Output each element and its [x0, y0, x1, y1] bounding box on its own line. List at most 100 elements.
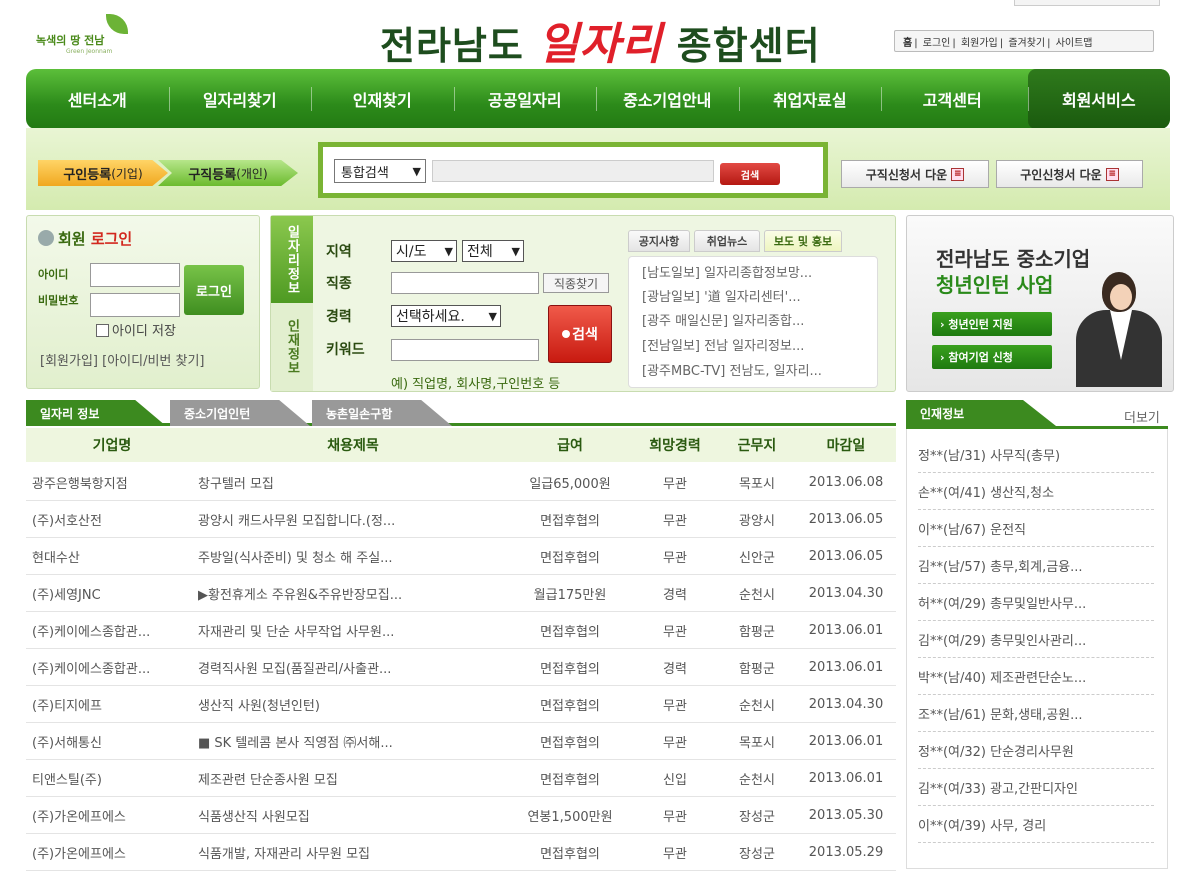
- cell-title[interactable]: ■ SK 텔레콤 본사 직영점 ㈜서해...: [198, 732, 508, 751]
- nav-member-service[interactable]: 회원서비스: [1027, 69, 1170, 129]
- news-item[interactable]: [광주 매일신문] 일자리종합...: [642, 310, 872, 329]
- col-location: 근무지: [737, 438, 777, 454]
- id-input[interactable]: [90, 263, 180, 287]
- news-item[interactable]: [광남일보] '道 일자리센터'...: [642, 286, 872, 305]
- tab-press[interactable]: 보도 및 홍보: [764, 230, 842, 252]
- table-row[interactable]: 티앤스틸(주) 제조관련 단순종사원 모집 면접후협의 신입 순천시 2013.06.01: [26, 760, 896, 797]
- people-item[interactable]: 이**(여/39) 사무, 경리: [918, 806, 1154, 843]
- nav-sme-guide[interactable]: 중소기업안내: [596, 69, 739, 129]
- cell-title[interactable]: 자재관리 및 단순 사무작업 사무원...: [198, 621, 508, 640]
- login-links[interactable]: [회원가입] [아이디/비번 찾기]: [40, 350, 205, 369]
- cell-company: (주)케이에스종합관...: [32, 661, 151, 677]
- person-face: [1110, 284, 1132, 310]
- toplink-home[interactable]: 홈: [903, 38, 912, 49]
- company-apply-button[interactable]: › 참여기업 신청: [932, 345, 1052, 369]
- tab-notice[interactable]: 공지사항: [628, 230, 690, 252]
- table-row[interactable]: (주)가온에프에스 식품개발, 자재관리 사무원 모집 면접후협의 무관 장성군 2013…: [26, 834, 896, 871]
- register-offer-sub: (기업): [111, 166, 143, 181]
- table-row[interactable]: (주)세영JNC ▶황전휴게소 주유원&주유반장모집... 월급175만원 경력 순천시…: [26, 575, 896, 612]
- nav-public-jobs[interactable]: 공공일자리: [453, 69, 597, 129]
- table-row[interactable]: 광주은행북항지점 창구텔러 모집 일급65,000원 무관 목포시 2013.06.08: [26, 464, 896, 501]
- cell-title[interactable]: 창구텔러 모집: [198, 473, 508, 492]
- nav-resources[interactable]: 취업자료실: [738, 69, 882, 129]
- download-offer-form-button[interactable]: 구인신청서 다운 ≡: [996, 160, 1143, 188]
- table-row[interactable]: (주)서해통신 ■ SK 텔레콤 본사 직영점 ㈜서해... 면접후협의 무관 목포시 2…: [26, 723, 896, 760]
- login-button[interactable]: 로그인: [184, 265, 244, 315]
- search-input[interactable]: [432, 160, 714, 182]
- site-title[interactable]: 전라남도 일자리 종합센터: [380, 8, 821, 70]
- password-input[interactable]: [90, 293, 180, 317]
- register-offer-button[interactable]: 구인등록 (기업): [38, 160, 168, 186]
- people-item[interactable]: 김**(여/33) 광고,간판디자인: [918, 769, 1154, 806]
- toplink-sitemap[interactable]: 사이트맵: [1056, 38, 1093, 49]
- table-row[interactable]: (주)서호산전 광양시 캐드사무원 모집합니다.(정... 면접후협의 무관 광양시 20…: [26, 501, 896, 538]
- toplink-bookmark[interactable]: 즐겨찾기: [1008, 38, 1045, 49]
- cell-location: 광양시: [739, 513, 775, 529]
- toplink-join[interactable]: 회원가입: [961, 38, 998, 49]
- cell-title[interactable]: 생산직 사원(청년인턴): [198, 695, 508, 714]
- table-row[interactable]: (주)가온에프에스 식품생산직 사원모집 연봉1,500만원 무관 장성군 2013.05…: [26, 797, 896, 834]
- download-seek-label: 구직신청서 다운: [865, 167, 948, 182]
- people-item[interactable]: 김**(여/29) 총무및인사관리...: [918, 621, 1154, 658]
- checkbox-box[interactable]: [96, 324, 109, 337]
- cell-title[interactable]: 광양시 캐드사무원 모집합니다.(정...: [198, 510, 508, 529]
- cell-title[interactable]: 식품생산직 사원모집: [198, 806, 508, 825]
- table-row[interactable]: (주)케이에스종합관... 자재관리 및 단순 사무작업 사무원... 면접후협의 무…: [26, 612, 896, 649]
- news-item[interactable]: [전남일보] 전남 일자리정보...: [642, 335, 872, 354]
- table-row[interactable]: 현대수산 주방일(식사준비) 및 청소 해 주실... 면접후협의 무관 신안군 2013…: [26, 538, 896, 575]
- download-seek-form-button[interactable]: 구직신청서 다운 ≡: [841, 160, 989, 188]
- logo[interactable]: 녹색의 땅 전남 Green Jeonnam: [36, 14, 136, 58]
- jobtype-input[interactable]: [391, 272, 539, 294]
- save-id-checkbox[interactable]: 아이디 저장: [96, 320, 176, 339]
- region-province-select[interactable]: 시/도: [391, 240, 457, 262]
- intern-apply-button[interactable]: › 청년인턴 지원: [932, 312, 1052, 336]
- people-item[interactable]: 이**(남/67) 운전직: [918, 510, 1154, 547]
- cell-career: 무관: [663, 624, 687, 640]
- cell-title[interactable]: 제조관련 단순종사원 모집: [198, 769, 508, 788]
- cell-title[interactable]: 경력직사원 모집(품질관리/사출관...: [198, 658, 508, 677]
- job-search-button[interactable]: 검색: [548, 305, 612, 363]
- keyword-input[interactable]: [391, 339, 539, 361]
- people-item[interactable]: 조**(남/61) 문화,생태,공원...: [918, 695, 1154, 732]
- nav-find-jobs[interactable]: 일자리찾기: [168, 69, 312, 129]
- news-item[interactable]: [남도일보] 일자리종합정보망...: [642, 262, 872, 281]
- people-item[interactable]: 정**(남/31) 사무직(총무): [918, 436, 1154, 473]
- cell-title[interactable]: 주방일(식사준비) 및 청소 해 주실...: [198, 547, 508, 566]
- site-title-post: 종합센터: [662, 24, 821, 68]
- people-item[interactable]: 박**(남/40) 제조관련단순노...: [918, 658, 1154, 695]
- tab-job-news[interactable]: 취업뉴스: [694, 230, 760, 252]
- people-item[interactable]: 손**(여/41) 생산직,청소: [918, 473, 1154, 510]
- toplink-login[interactable]: 로그인: [923, 38, 951, 49]
- people-item[interactable]: 정**(여/32) 단순경리사무원: [918, 732, 1154, 769]
- region-city-select[interactable]: 전체: [462, 240, 524, 262]
- cell-salary: 면접후협의: [540, 846, 600, 862]
- search-type-select[interactable]: 통합검색: [334, 159, 426, 183]
- cell-location: 순천시: [739, 772, 775, 788]
- table-row[interactable]: (주)케이에스종합관... 경력직사원 모집(품질관리/사출관... 면접후협의 경력…: [26, 649, 896, 686]
- cell-title[interactable]: 식품개발, 자재관리 사무원 모집: [198, 843, 508, 862]
- tab-job-info[interactable]: 일자리정보: [271, 216, 313, 303]
- cell-salary: 일급65,000원: [529, 476, 611, 492]
- keyword-label: 키워드: [326, 342, 365, 358]
- news-item[interactable]: [광주MBC-TV] 전남도, 일자리...: [642, 360, 872, 379]
- search-button[interactable]: 검색: [720, 163, 780, 185]
- tab-talent-info[interactable]: 인재정보: [271, 303, 313, 391]
- career-select[interactable]: 선택하세요.: [391, 305, 501, 327]
- people-more-link[interactable]: 더보기: [1124, 407, 1160, 426]
- cell-title[interactable]: ▶황전휴게소 주유원&주유반장모집...: [198, 584, 508, 603]
- people-item[interactable]: 허**(여/29) 총무및일반사무...: [918, 584, 1154, 621]
- top-utility-stub: [1014, 0, 1160, 6]
- cell-location: 장성군: [739, 809, 775, 825]
- cell-career: 신입: [663, 772, 687, 788]
- table-row[interactable]: (주)티지에프 생산직 사원(청년인턴) 면접후협의 무관 순천시 2013.04.30: [26, 686, 896, 723]
- cell-company: (주)서해통신: [32, 735, 102, 751]
- nav-center-intro[interactable]: 센터소개: [26, 69, 169, 129]
- nav-find-talent[interactable]: 인재찾기: [311, 69, 454, 129]
- register-seek-button[interactable]: 구직등록 (개인): [158, 160, 298, 186]
- cell-location: 장성군: [739, 846, 775, 862]
- nav-customer-center[interactable]: 고객센터: [881, 69, 1024, 129]
- tab-people[interactable]: 인재정보: [906, 400, 1056, 426]
- password-label: 비밀번호: [38, 294, 79, 307]
- people-item[interactable]: 김**(남/57) 총무,회계,금융...: [918, 547, 1154, 584]
- jobtype-find-button[interactable]: 직종찾기: [543, 273, 609, 293]
